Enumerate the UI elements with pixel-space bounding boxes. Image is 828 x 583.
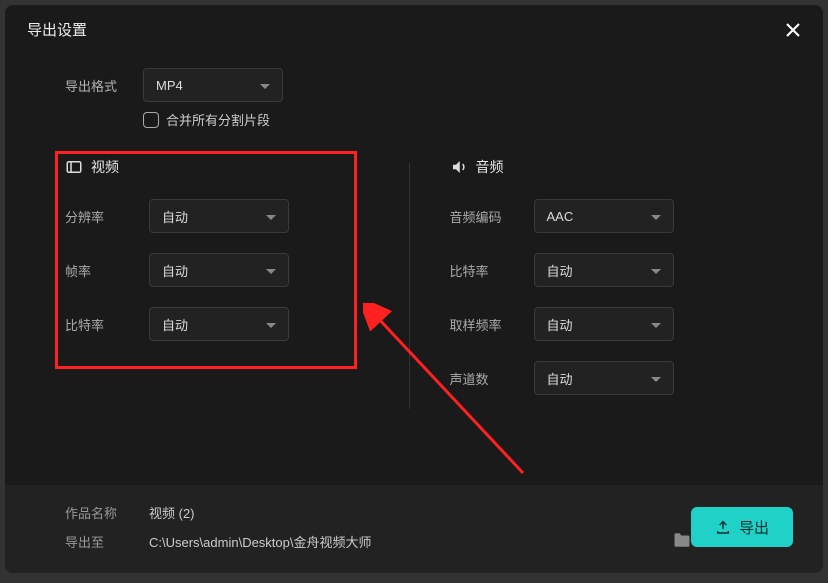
chevron-down-icon bbox=[266, 263, 276, 278]
audio-codec-label: 音频编码 bbox=[450, 207, 534, 226]
audio-bitrate-select[interactable]: 自动 bbox=[534, 253, 674, 287]
export-settings-dialog: 导出设置 导出格式 MP4 合并所有分割片段 bbox=[5, 5, 823, 573]
checkbox-box bbox=[143, 112, 159, 128]
samplerate-value: 自动 bbox=[547, 315, 573, 334]
channels-value: 自动 bbox=[547, 369, 573, 388]
format-label: 导出格式 bbox=[65, 76, 143, 95]
format-value: MP4 bbox=[156, 78, 183, 93]
framerate-label: 帧率 bbox=[65, 261, 149, 280]
format-select[interactable]: MP4 bbox=[143, 68, 283, 102]
resolution-value: 自动 bbox=[162, 207, 188, 226]
format-row: 导出格式 MP4 bbox=[65, 68, 763, 102]
audio-icon bbox=[450, 158, 468, 176]
framerate-value: 自动 bbox=[162, 261, 188, 280]
video-section-title: 视频 bbox=[91, 157, 119, 177]
samplerate-row: 取样频率 自动 bbox=[450, 307, 764, 341]
samplerate-label: 取样频率 bbox=[450, 315, 534, 334]
channels-row: 声道数 自动 bbox=[450, 361, 764, 395]
content-area: 导出格式 MP4 合并所有分割片段 视频 bbox=[5, 50, 823, 415]
chevron-down-icon bbox=[651, 371, 661, 386]
audio-section-header: 音频 bbox=[450, 157, 764, 177]
audio-codec-value: AAC bbox=[547, 209, 574, 224]
chevron-down-icon bbox=[260, 78, 270, 93]
framerate-row: 帧率 自动 bbox=[65, 253, 379, 287]
audio-section-title: 音频 bbox=[476, 157, 504, 177]
chevron-down-icon bbox=[651, 263, 661, 278]
channels-label: 声道数 bbox=[450, 369, 534, 388]
samplerate-select[interactable]: 自动 bbox=[534, 307, 674, 341]
close-icon bbox=[785, 22, 801, 38]
close-button[interactable] bbox=[783, 20, 803, 40]
audio-codec-select[interactable]: AAC bbox=[534, 199, 674, 233]
audio-bitrate-row: 比特率 自动 bbox=[450, 253, 764, 287]
chevron-down-icon bbox=[651, 317, 661, 332]
titlebar: 导出设置 bbox=[5, 5, 823, 50]
video-section-header: 视频 bbox=[65, 157, 379, 177]
video-icon bbox=[65, 158, 83, 176]
export-button-label: 导出 bbox=[739, 517, 769, 538]
footer-info: 作品名称 视频 (2) 导出至 C:\Users\admin\Desktop\金… bbox=[65, 503, 691, 551]
resolution-select[interactable]: 自动 bbox=[149, 199, 289, 233]
project-name-row: 作品名称 视频 (2) bbox=[65, 503, 691, 522]
chevron-down-icon bbox=[266, 209, 276, 224]
export-path-row: 导出至 C:\Users\admin\Desktop\金舟视频大师 bbox=[65, 532, 691, 551]
merge-checkbox-label: 合并所有分割片段 bbox=[166, 110, 270, 129]
export-path-label: 导出至 bbox=[65, 532, 149, 551]
chevron-down-icon bbox=[651, 209, 661, 224]
export-button[interactable]: 导出 bbox=[691, 507, 793, 547]
audio-bitrate-label: 比特率 bbox=[450, 261, 534, 280]
video-bitrate-value: 自动 bbox=[162, 315, 188, 334]
video-bitrate-label: 比特率 bbox=[65, 315, 149, 334]
folder-icon bbox=[673, 532, 691, 548]
channels-select[interactable]: 自动 bbox=[534, 361, 674, 395]
settings-columns: 视频 分辨率 自动 帧率 自动 比特率 bbox=[65, 157, 763, 415]
audio-column: 音频 音频编码 AAC 比特率 自动 bbox=[410, 157, 764, 415]
dialog-title: 导出设置 bbox=[27, 19, 87, 40]
video-bitrate-select[interactable]: 自动 bbox=[149, 307, 289, 341]
resolution-label: 分辨率 bbox=[65, 207, 149, 226]
resolution-row: 分辨率 自动 bbox=[65, 199, 379, 233]
audio-bitrate-value: 自动 bbox=[547, 261, 573, 280]
merge-checkbox[interactable]: 合并所有分割片段 bbox=[143, 110, 763, 129]
project-name-label: 作品名称 bbox=[65, 503, 149, 522]
audio-codec-row: 音频编码 AAC bbox=[450, 199, 764, 233]
framerate-select[interactable]: 自动 bbox=[149, 253, 289, 287]
browse-folder-button[interactable] bbox=[673, 532, 691, 551]
video-column: 视频 分辨率 自动 帧率 自动 比特率 bbox=[65, 157, 409, 415]
project-name-value: 视频 (2) bbox=[149, 503, 691, 522]
upload-icon bbox=[715, 519, 731, 535]
export-path-value: C:\Users\admin\Desktop\金舟视频大师 bbox=[149, 532, 643, 551]
video-bitrate-row: 比特率 自动 bbox=[65, 307, 379, 341]
footer: 作品名称 视频 (2) 导出至 C:\Users\admin\Desktop\金… bbox=[5, 485, 823, 573]
chevron-down-icon bbox=[266, 317, 276, 332]
